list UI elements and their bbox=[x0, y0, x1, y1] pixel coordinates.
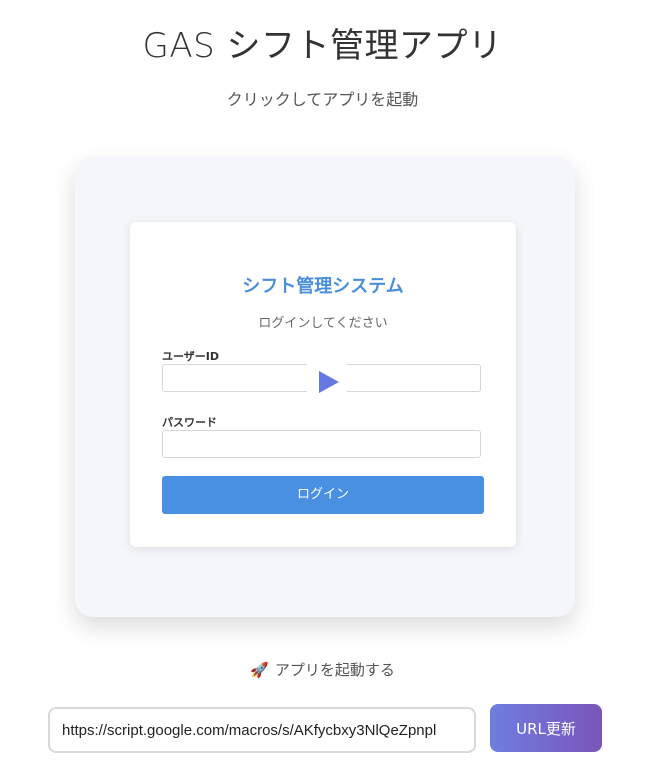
page-title: GAS シフト管理アプリ bbox=[142, 26, 503, 66]
url-input[interactable] bbox=[48, 707, 476, 753]
launch-app-link[interactable]: 🚀 アプリを起動する bbox=[0, 659, 645, 680]
login-subtitle: ログインしてください bbox=[258, 316, 388, 331]
user-id-label: ユーザーID bbox=[162, 350, 220, 363]
launch-app-label: アプリを起動する bbox=[274, 661, 395, 679]
url-update-button[interactable]: URL更新 bbox=[490, 704, 602, 752]
login-title: シフト管理システム bbox=[242, 276, 404, 297]
app-preview-card[interactable]: シフト管理システム ログインしてください ユーザーID パスワード ログイン bbox=[75, 157, 575, 617]
login-button: ログイン bbox=[162, 476, 484, 514]
play-button[interactable] bbox=[307, 362, 347, 402]
page-subtitle: クリックしてアプリを起動 bbox=[226, 90, 419, 109]
password-field bbox=[162, 430, 481, 458]
password-label: パスワード bbox=[162, 416, 217, 429]
rocket-icon: 🚀 bbox=[250, 661, 269, 679]
play-icon bbox=[319, 371, 339, 393]
